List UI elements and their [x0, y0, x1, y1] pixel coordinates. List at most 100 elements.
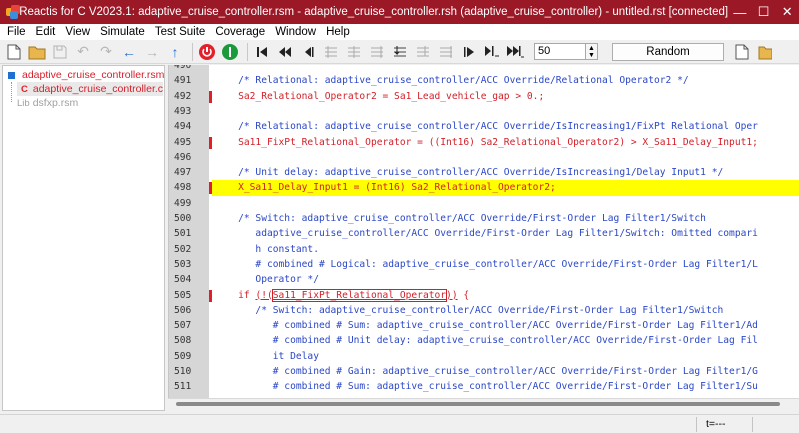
line-number: 503: [174, 258, 192, 270]
play-icon[interactable]: [459, 42, 479, 62]
code-line[interactable]: 495 Sa11_FixPt_Relational_Operator = ((I…: [169, 135, 799, 150]
code-line[interactable]: 496: [169, 150, 799, 165]
model-tree: adaptive_cruise_controller.rsm C adaptiv…: [2, 65, 165, 411]
scrollbar-thumb[interactable]: [176, 402, 780, 406]
step-back-icon[interactable]: [298, 42, 318, 62]
code-line[interactable]: 511 # combined # Sum: adaptive_cruise_co…: [169, 379, 799, 394]
line-number: 510: [174, 366, 192, 377]
tree-item-model[interactable]: adaptive_cruise_controller.rsm: [8, 68, 164, 82]
line-number: 490: [174, 65, 192, 71]
line-number: 504: [174, 274, 192, 286]
line-number: 509: [174, 350, 192, 362]
code-text: # combined # Gain: adaptive_cruise_contr…: [215, 366, 758, 377]
forward-arrow-icon[interactable]: →: [142, 42, 162, 62]
line-number: 491: [174, 75, 192, 87]
uncovered-operand[interactable]: Sa11_FixPt_Relational_Operator: [271, 288, 448, 302]
back-arrow-icon[interactable]: ←: [119, 42, 139, 62]
tree-item-lib[interactable]: Lib dsfxp.rsm: [17, 96, 78, 110]
uncovered-condition[interactable]: (!(Sa11_FixPt_Relational_Operator)): [255, 288, 458, 302]
lib-icon: Lib: [17, 97, 30, 109]
up-arrow-icon[interactable]: ↑: [165, 42, 185, 62]
line-number: 505: [174, 289, 192, 301]
toolbar-separator: [192, 42, 193, 61]
code-view[interactable]: 490 491 /* Relational: adaptive_cruise_co…: [168, 65, 799, 398]
code-line[interactable]: 510 # combined # Gain: adaptive_cruise_c…: [169, 364, 799, 379]
new-document-icon[interactable]: [732, 42, 752, 62]
code-line[interactable]: 502 h constant.: [169, 242, 799, 257]
save-icon[interactable]: [50, 42, 70, 62]
fast-back-icon[interactable]: [275, 42, 295, 62]
code-line[interactable]: 503 # combined # Logical: adaptive_cruis…: [169, 257, 799, 272]
step-over-back-icon[interactable]: [367, 42, 387, 62]
code-line[interactable]: 501 adaptive_cruise_controller/ACC Overr…: [169, 226, 799, 241]
line-number: 497: [174, 167, 192, 179]
code-line[interactable]: 500 /* Switch: adaptive_cruise_controlle…: [169, 211, 799, 226]
code-text: # combined # Sum: adaptive_cruise_contro…: [215, 381, 758, 393]
random-button[interactable]: Random: [612, 42, 724, 61]
menu-file[interactable]: File: [2, 24, 31, 40]
power-off-icon[interactable]: [197, 42, 217, 62]
menu-coverage[interactable]: Coverage: [210, 24, 270, 40]
step-over-icon[interactable]: [413, 42, 433, 62]
tree-item-label: adaptive_cruise_controller.c: [32, 83, 164, 95]
code-line[interactable]: 509 it Delay: [169, 349, 799, 364]
step-out-icon[interactable]: [436, 42, 456, 62]
steps-spinner[interactable]: ▲ ▼: [586, 43, 598, 60]
line-number: 493: [174, 105, 192, 117]
status-divider: [696, 417, 697, 432]
fast-forward-icon[interactable]: [482, 42, 502, 62]
steps-input[interactable]: 50: [534, 43, 586, 60]
horizontal-scrollbar[interactable]: [168, 398, 799, 410]
spin-down-icon[interactable]: ▼: [588, 52, 595, 59]
menu-window[interactable]: Window: [270, 24, 321, 40]
undo-icon[interactable]: ↶: [73, 42, 93, 62]
code-line[interactable]: 508 # combined # Unit delay: adaptive_cr…: [169, 333, 799, 348]
uncovered-marker[interactable]: [209, 90, 212, 103]
line-number: 506: [174, 304, 192, 316]
step-into-icon[interactable]: [390, 42, 410, 62]
code-line[interactable]: 506 /* Switch: adaptive_cruise_controlle…: [169, 303, 799, 318]
menu-view[interactable]: View: [60, 24, 95, 40]
window-title: Reactis for C V2023.1: adaptive_cruise_c…: [19, 6, 729, 18]
code-line[interactable]: 505 if (!(Sa11_FixPt_Relational_Operator…: [169, 288, 799, 303]
minimize-button[interactable]: —: [728, 0, 752, 24]
spin-up-icon[interactable]: ▲: [588, 45, 595, 52]
toolbar-separator: [247, 42, 248, 61]
run-to-end-icon[interactable]: [505, 42, 525, 62]
uncovered-marker[interactable]: [209, 136, 212, 149]
code-text: /* Switch: adaptive_cruise_controller/AC…: [215, 304, 724, 316]
open-test-folder-icon[interactable]: [755, 42, 775, 62]
menu-help[interactable]: Help: [321, 24, 355, 40]
tree-item-c-file[interactable]: C adaptive_cruise_controller.c: [17, 82, 163, 96]
code-line[interactable]: 504 Operator */: [169, 272, 799, 287]
reset-to-start-icon[interactable]: [252, 42, 272, 62]
code-line[interactable]: 499: [169, 196, 799, 211]
close-button[interactable]: ✕: [775, 0, 799, 24]
code-line[interactable]: 497 /* Unit delay: adaptive_cruise_contr…: [169, 165, 799, 180]
tree-item-label: dsfxp.rsm: [32, 97, 79, 109]
status-divider: [752, 417, 753, 432]
menu-simulate[interactable]: Simulate: [95, 24, 150, 40]
uncovered-marker[interactable]: [209, 182, 212, 195]
code-line[interactable]: 494 /* Relational: adaptive_cruise_contr…: [169, 119, 799, 134]
uncovered-marker[interactable]: [209, 289, 212, 302]
new-file-icon[interactable]: [4, 42, 24, 62]
redo-icon[interactable]: ↷: [96, 42, 116, 62]
step-out-back-icon[interactable]: [321, 42, 341, 62]
menu-edit[interactable]: Edit: [31, 24, 61, 40]
menu-test-suite[interactable]: Test Suite: [150, 24, 211, 40]
code-line[interactable]: 492 Sa2_Relational_Operator2 = Sa1_Lead_…: [169, 89, 799, 104]
code-text: /* Unit delay: adaptive_cruise_controlle…: [215, 167, 724, 179]
code-line[interactable]: 491 /* Relational: adaptive_cruise_contr…: [169, 73, 799, 88]
maximize-button[interactable]: ☐: [752, 0, 776, 24]
code-line[interactable]: 498 X_Sa11_Delay_Input1 = (Int16) Sa2_Re…: [169, 180, 799, 196]
code-line[interactable]: 493: [169, 104, 799, 119]
toolbar: ↶ ↷ ← → ↑ 50 ▲ ▼ Random: [0, 40, 799, 64]
line-number: 511: [174, 381, 192, 393]
power-on-icon[interactable]: [220, 42, 240, 62]
step-into-back-icon[interactable]: [344, 42, 364, 62]
reactis-logo-icon: [6, 5, 20, 19]
open-folder-icon[interactable]: [27, 42, 47, 62]
code-line[interactable]: 507 # combined # Sum: adaptive_cruise_co…: [169, 318, 799, 333]
code-line[interactable]: 490: [169, 65, 799, 73]
